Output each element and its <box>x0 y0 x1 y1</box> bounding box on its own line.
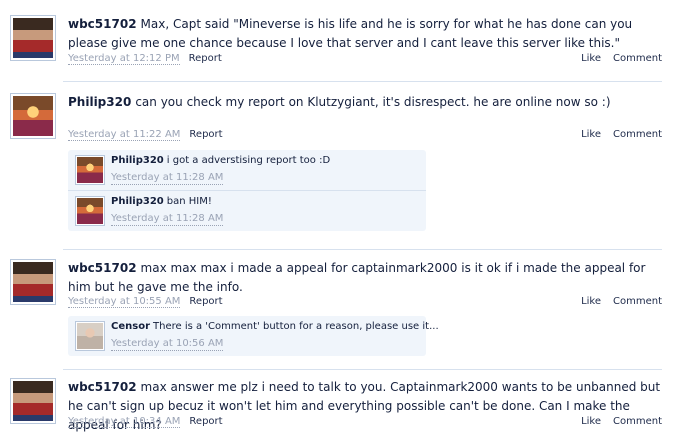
post-meta: Yesterday at 10:34 AM Report <box>68 416 223 428</box>
comment-message: Censor There is a 'Comment' button for a … <box>111 321 439 332</box>
post-text: max max max i made a appeal for captainm… <box>68 261 646 294</box>
comment-link[interactable]: Comment <box>613 53 662 64</box>
comment-username[interactable]: Philip320 <box>111 196 164 207</box>
post-timestamp[interactable]: Yesterday at 10:55 AM <box>68 296 181 308</box>
comment-message: Philip320 i got a adverstising report too… <box>111 155 330 166</box>
post-meta: Yesterday at 11:22 AM Report <box>68 129 223 141</box>
comment-timestamp[interactable]: Yesterday at 11:28 AM <box>111 172 224 185</box>
comment-link[interactable]: Comment <box>613 129 662 140</box>
like-link[interactable]: Like <box>581 53 601 64</box>
post-text: Max, Capt said "Mineverse is his life an… <box>68 17 633 50</box>
post-timestamp[interactable]: Yesterday at 11:22 AM <box>68 129 181 141</box>
divider <box>63 81 662 82</box>
avatar[interactable] <box>10 259 56 305</box>
comment-link[interactable]: Comment <box>613 416 662 427</box>
post-message: wbc51702 max max max i made a appeal for … <box>68 259 662 297</box>
divider <box>63 369 662 370</box>
post-meta: Yesterday at 12:12 PM Report <box>68 53 222 65</box>
post-actions: Like Comment <box>569 129 662 140</box>
profile-post: Philip320 can you check my report on Klut… <box>10 93 662 243</box>
profile-post: wbc51702 max max max i made a appeal for … <box>10 259 662 363</box>
comment-text: There is a 'Comment' button for a reason… <box>153 321 439 332</box>
report-link[interactable]: Report <box>189 129 222 140</box>
comment-text: ban HIM! <box>166 196 212 207</box>
post-actions: Like Comment <box>569 53 662 64</box>
comment-item: Censor There is a 'Comment' button for a … <box>68 316 439 356</box>
comment-username[interactable]: Censor <box>111 321 150 332</box>
like-link[interactable]: Like <box>581 296 601 307</box>
profile-post: wbc51702 Max, Capt said "Mineverse is his… <box>10 15 662 71</box>
report-link[interactable]: Report <box>189 296 222 307</box>
profile-post: wbc51702 max answer me plz i need to talk… <box>10 378 662 432</box>
post-username[interactable]: wbc51702 <box>68 380 137 394</box>
post-username[interactable]: Philip320 <box>68 95 131 109</box>
post-timestamp[interactable]: Yesterday at 12:12 PM <box>68 53 180 65</box>
comment-username[interactable]: Philip320 <box>111 155 164 166</box>
report-link[interactable]: Report <box>189 53 222 64</box>
post-message: wbc51702 Max, Capt said "Mineverse is his… <box>68 15 662 53</box>
comment-list: Censor There is a 'Comment' button for a … <box>68 316 439 356</box>
post-actions: Like Comment <box>569 296 662 307</box>
post-meta: Yesterday at 10:55 AM Report <box>68 296 223 308</box>
post-actions: Like Comment <box>569 416 662 427</box>
comment-timestamp[interactable]: Yesterday at 11:28 AM <box>111 213 224 226</box>
report-link[interactable]: Report <box>189 416 222 427</box>
post-username[interactable]: wbc51702 <box>68 261 137 275</box>
comment-text: i got a adverstising report too :D <box>166 155 331 166</box>
comment-list: Philip320 i got a adverstising report too… <box>68 150 426 231</box>
comment-message: Philip320 ban HIM! <box>111 196 212 207</box>
comment-timestamp[interactable]: Yesterday at 10:56 AM <box>111 338 224 351</box>
avatar[interactable] <box>10 378 56 424</box>
divider <box>63 249 662 250</box>
avatar[interactable] <box>10 93 56 139</box>
avatar[interactable] <box>10 15 56 61</box>
post-message: Philip320 can you check my report on Klut… <box>68 93 662 112</box>
comment-link[interactable]: Comment <box>613 296 662 307</box>
post-username[interactable]: wbc51702 <box>68 17 137 31</box>
comment-item: Philip320 i got a adverstising report too… <box>68 150 426 190</box>
avatar[interactable] <box>75 196 105 226</box>
post-text: can you check my report on Klutzygiant, … <box>135 95 611 109</box>
avatar[interactable] <box>75 155 105 185</box>
profile-post-feed: wbc51702 Max, Capt said "Mineverse is his… <box>0 0 678 432</box>
avatar[interactable] <box>75 321 105 351</box>
comment-item: Philip320 ban HIM! Yesterday at 11:28 AM <box>68 190 426 231</box>
like-link[interactable]: Like <box>581 416 601 427</box>
like-link[interactable]: Like <box>581 129 601 140</box>
post-timestamp[interactable]: Yesterday at 10:34 AM <box>68 416 181 428</box>
